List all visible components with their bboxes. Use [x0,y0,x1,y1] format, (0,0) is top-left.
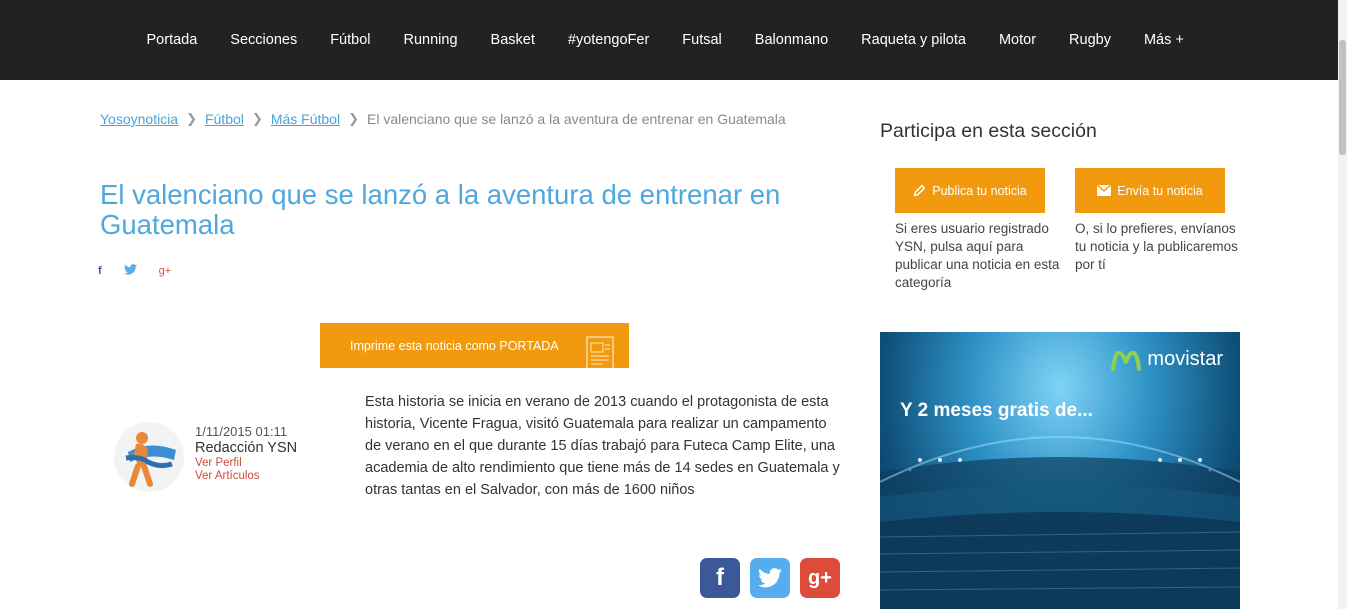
publish-news-button[interactable]: Publica tu noticia [895,168,1045,213]
author-avatar[interactable] [114,422,184,492]
breadcrumb: Yosoynoticia ❯ Fútbol ❯ Más Fútbol ❯ El … [100,111,786,127]
breadcrumb-link-mas-futbol[interactable]: Más Fútbol [271,111,340,127]
nav-item[interactable]: Raqueta y pilota [845,32,983,48]
social-share-small: f g+ [98,264,193,278]
newspaper-icon [586,336,614,368]
article-title: El valenciano que se lanzó a la aventura… [100,179,781,240]
facebook-icon[interactable]: f [98,265,102,277]
top-navigation: Portada Secciones Fútbol Running Basket #yote… [0,0,1347,80]
send-news-label: Envía tu noticia [1117,183,1203,198]
article-body: Esta historia se inicia en verano de 201… [365,394,840,498]
nav-item[interactable]: Futsal [666,32,739,48]
facebook-icon: f [716,564,724,591]
advertisement-banner[interactable]: movistar Y 2 meses gratis de... [880,332,1240,609]
stadium-illustration [880,436,1240,609]
sidebar-title: Participa en esta sección [880,120,1097,142]
print-cover-label: Imprime esta noticia como PORTADA [350,338,559,353]
nav-item[interactable]: Fútbol [314,32,387,48]
chevron-right-icon: ❯ [348,111,359,126]
chevron-right-icon: ❯ [186,111,197,126]
nav-menu: Portada Secciones Fútbol Running Basket #yote… [130,0,1200,80]
nav-item[interactable]: Portada [130,32,214,48]
scrollbar-thumb[interactable] [1339,40,1346,155]
nav-item[interactable]: Motor [982,32,1052,48]
google-plus-icon[interactable]: g+ [159,265,172,277]
google-plus-icon: g+ [808,566,832,589]
nav-item[interactable]: Running [387,32,474,48]
movistar-brand: movistar [1147,348,1223,370]
send-news-button[interactable]: Envía tu noticia [1075,168,1225,213]
scrollbar[interactable] [1338,0,1347,609]
nav-item[interactable]: Basket [474,32,551,48]
pencil-icon [913,184,926,197]
nav-item[interactable]: Rugby [1053,32,1128,48]
movistar-logo: movistar [1111,348,1223,371]
ad-headline: Y 2 meses gratis de... [900,400,1093,421]
breadcrumb-link-futbol[interactable]: Fútbol [205,111,244,127]
breadcrumb-link-home[interactable]: Yosoynoticia [100,111,178,127]
chevron-right-icon: ❯ [251,111,263,126]
social-share-large: f g+ [700,558,850,598]
nav-item[interactable]: Balonmano [738,32,844,48]
movistar-m-icon [1111,350,1142,371]
facebook-share-button[interactable]: f [700,558,740,598]
publish-news-label: Publica tu noticia [932,183,1027,198]
envelope-icon [1097,185,1112,196]
google-plus-share-button[interactable]: g+ [800,558,840,598]
twitter-icon[interactable] [123,264,137,278]
nav-item[interactable]: Más + [1127,32,1200,48]
send-news-description: O, si lo prefieres, envíanos tu noticia … [1075,221,1238,272]
twitter-icon [758,568,782,588]
nav-item[interactable]: Secciones [214,32,314,48]
print-cover-button[interactable]: Imprime esta noticia como PORTADA [320,323,629,368]
nav-item[interactable]: #yotengoFer [551,32,665,48]
breadcrumb-current: El valenciano que se lanzó a la aventura… [366,111,786,127]
publish-news-description: Si eres usuario registrado YSN, pulsa aq… [895,221,1060,290]
twitter-share-button[interactable] [750,558,790,598]
